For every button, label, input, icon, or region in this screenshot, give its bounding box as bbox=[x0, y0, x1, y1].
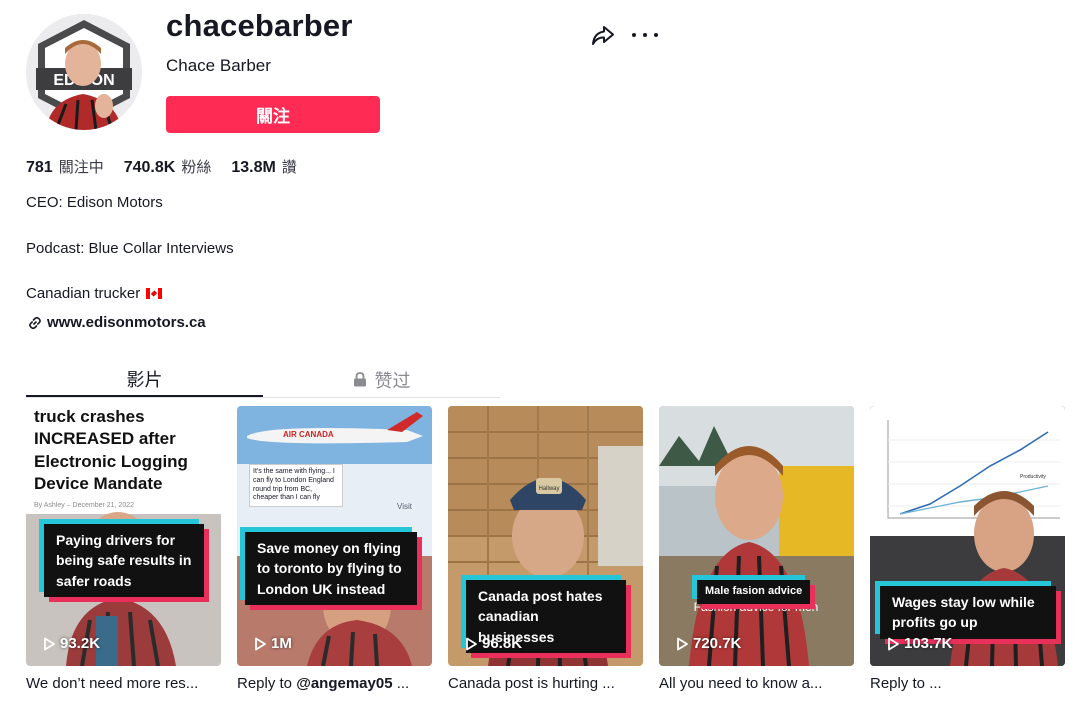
video-overlay-text: Paying drivers for being safe results in… bbox=[44, 524, 204, 597]
svg-text:Hallway: Hallway bbox=[538, 486, 559, 492]
nickname: Chace Barber bbox=[166, 56, 271, 75]
profile-stats: 781 關注中 740.8K 粉絲 13.8M 讚 bbox=[26, 156, 317, 177]
video-card[interactable]: AIR CANADA It's the same with flying... … bbox=[237, 406, 432, 692]
followers-label: 粉絲 bbox=[181, 158, 212, 176]
view-count-text: 1M bbox=[271, 635, 292, 652]
video-thumbnail[interactable]: truck crashes INCREASED after Electronic… bbox=[26, 406, 221, 666]
video-caption[interactable]: Canada post is hurting ... bbox=[448, 675, 643, 692]
view-count-text: 103.7K bbox=[904, 635, 953, 652]
view-count: 96.8K bbox=[464, 635, 522, 652]
followers-stat[interactable]: 740.8K 粉絲 bbox=[124, 156, 212, 177]
video-card[interactable]: Productivity Wages stay low while profit… bbox=[870, 406, 1065, 692]
avatar-image: EDISON bbox=[26, 14, 142, 130]
likes-label: 讚 bbox=[281, 158, 297, 176]
canada-flag-icon bbox=[146, 288, 163, 299]
caption-mention[interactable]: @angemay05 bbox=[296, 675, 392, 692]
reply-comment-text: It's the same with flying... I can fly t… bbox=[253, 468, 335, 502]
play-icon bbox=[255, 637, 266, 650]
bio-text: Canadian trucker bbox=[26, 285, 141, 302]
video-byline: By Ashley – December 21, 2022 bbox=[34, 502, 135, 509]
share-icon[interactable] bbox=[590, 22, 616, 48]
dot-icon bbox=[654, 33, 658, 37]
tab-liked-label: 赞过 bbox=[374, 370, 411, 392]
play-icon bbox=[466, 637, 477, 650]
play-icon bbox=[677, 637, 688, 650]
bio-line: Canadian trucker bbox=[26, 285, 163, 302]
reply-comment-bubble: It's the same with flying... I can fly t… bbox=[249, 464, 343, 507]
view-count-text: 720.7K bbox=[693, 635, 742, 652]
bio-link[interactable]: www.edisonmotors.ca bbox=[28, 314, 206, 331]
dot-icon bbox=[643, 33, 647, 37]
following-stat[interactable]: 781 關注中 bbox=[26, 156, 104, 177]
video-headline: truck crashes INCREASED after Electronic… bbox=[34, 407, 188, 494]
bio-line: Podcast: Blue Collar Interviews bbox=[26, 240, 234, 257]
video-thumbnail[interactable]: Fashion advice for men Male fasion advic… bbox=[659, 406, 854, 666]
bio-link-text: www.edisonmotors.ca bbox=[47, 314, 206, 331]
lock-icon bbox=[353, 372, 366, 387]
profile-tabs: 影片 赞过 bbox=[26, 362, 500, 398]
view-count: 93.2K bbox=[42, 635, 100, 652]
video-caption[interactable]: Reply to ... bbox=[870, 675, 1065, 692]
view-count: 103.7K bbox=[886, 635, 952, 652]
tab-videos[interactable]: 影片 bbox=[26, 362, 263, 397]
tab-liked[interactable]: 赞过 bbox=[263, 362, 500, 397]
video-thumbnail[interactable]: Hallway Canada post hates canadian busin… bbox=[448, 406, 643, 666]
view-count-text: 96.8K bbox=[482, 635, 523, 652]
video-thumbnail[interactable]: Productivity Wages stay low while profit… bbox=[870, 406, 1065, 666]
video-thumbnail[interactable]: AIR CANADA It's the same with flying... … bbox=[237, 406, 432, 666]
video-card[interactable]: Hallway Canada post hates canadian busin… bbox=[448, 406, 643, 692]
bio-line: CEO: Edison Motors bbox=[26, 194, 163, 211]
caption-suffix: ... bbox=[392, 675, 410, 692]
visit-link: Visit bbox=[397, 502, 412, 511]
following-count: 781 bbox=[26, 159, 53, 176]
follow-button[interactable]: 關注 bbox=[166, 96, 380, 133]
video-overlay-text: Wages stay low while profits go up bbox=[880, 586, 1056, 639]
view-count-text: 93.2K bbox=[60, 635, 101, 652]
dot-icon bbox=[632, 33, 636, 37]
followers-count: 740.8K bbox=[123, 159, 176, 176]
video-thumbnail-image: Fashion advice for men bbox=[659, 406, 854, 666]
view-count: 1M bbox=[253, 635, 292, 652]
likes-count: 13.8M bbox=[231, 159, 276, 176]
play-icon bbox=[44, 637, 55, 650]
video-card[interactable]: Fashion advice for men Male fasion advic… bbox=[659, 406, 854, 692]
video-caption[interactable]: We don’t need more res... bbox=[26, 675, 221, 692]
svg-text:Productivity: Productivity bbox=[1020, 474, 1046, 480]
video-caption[interactable]: Reply to @angemay05 ... bbox=[237, 675, 432, 692]
username: chacebarber bbox=[166, 8, 353, 43]
video-caption[interactable]: All you need to know a... bbox=[659, 675, 854, 692]
video-overlay-text: Male fasion advice bbox=[697, 580, 811, 604]
play-icon bbox=[888, 637, 899, 650]
likes-stat: 13.8M 讚 bbox=[231, 156, 296, 177]
link-icon bbox=[29, 316, 41, 329]
video-card[interactable]: truck crashes INCREASED after Electronic… bbox=[26, 406, 221, 692]
view-count: 720.7K bbox=[675, 635, 741, 652]
caption-prefix: Reply to bbox=[237, 675, 297, 692]
following-label: 關注中 bbox=[58, 158, 104, 176]
tab-videos-label: 影片 bbox=[126, 369, 163, 391]
more-options-icon[interactable] bbox=[632, 22, 658, 48]
avatar[interactable]: EDISON bbox=[26, 14, 142, 130]
svg-text:AIR CANADA: AIR CANADA bbox=[283, 430, 334, 439]
video-grid: truck crashes INCREASED after Electronic… bbox=[26, 406, 1065, 692]
video-overlay-text: Save money on flying to toronto by flyin… bbox=[245, 532, 417, 605]
